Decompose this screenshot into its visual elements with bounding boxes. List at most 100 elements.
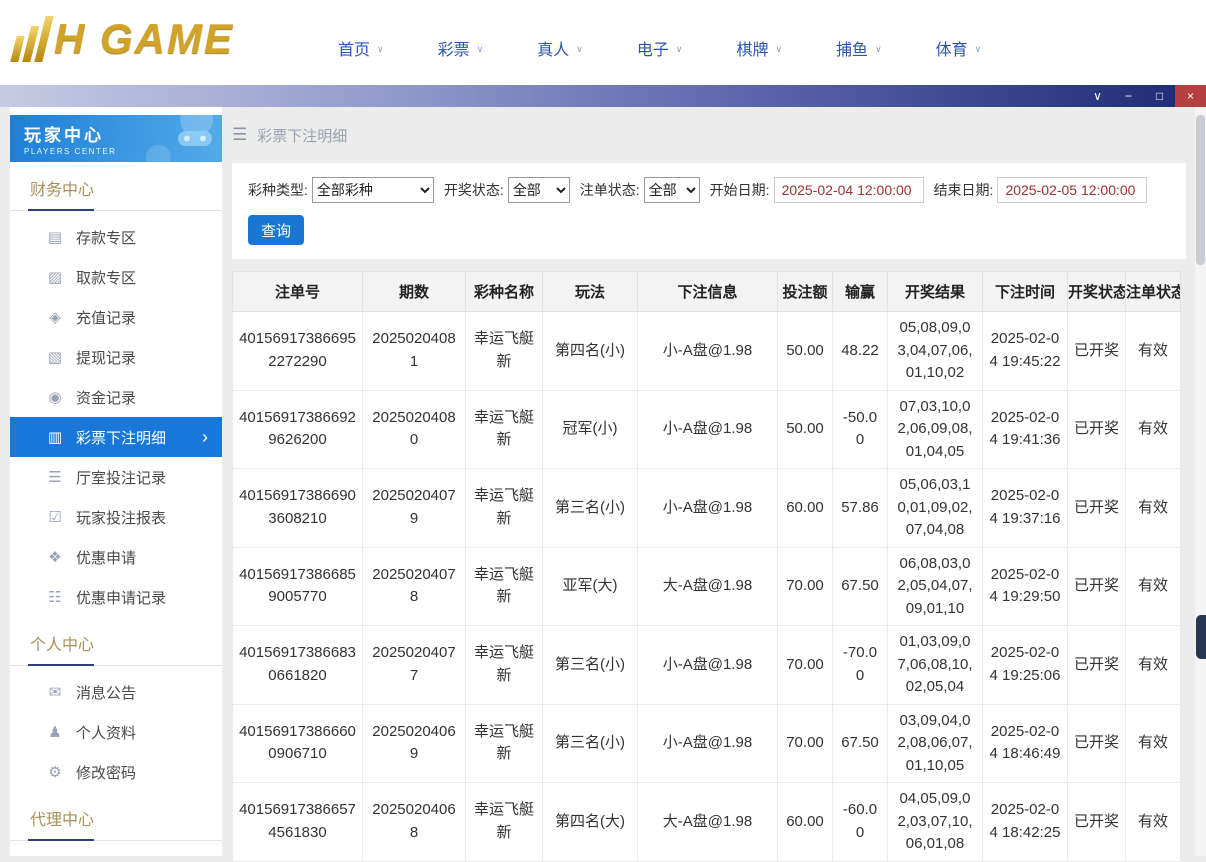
table-cell: 已开奖 (1068, 704, 1126, 783)
sidebar-item-promo-apply[interactable]: ❖优惠申请 (10, 537, 222, 577)
sidebar-item-password[interactable]: ⚙ 修改密码 (10, 752, 222, 792)
table-cell: 第三名(小) (543, 626, 638, 705)
chevron-right-icon: › (202, 428, 208, 446)
chevron-down-icon: ∨ (576, 44, 583, 55)
scrollbar-track[interactable] (1195, 107, 1206, 856)
hamburger-icon[interactable]: ☰ (232, 125, 247, 145)
table-cell: 01,03,09,07,06,08,10,02,05,04 (888, 626, 983, 705)
sidebar-item-recharge-record[interactable]: ◈充值记录 (10, 297, 222, 337)
table-cell: 有效 (1126, 390, 1181, 469)
sidebar-item-deposit[interactable]: ▤存款专区 (10, 217, 222, 257)
sidebar-item-label: 彩票下注明细 (76, 427, 166, 448)
nav-item-lottery[interactable]: 彩票∨ (438, 36, 484, 60)
column-header: 注单号 (233, 272, 363, 312)
sidebar-item-profile[interactable]: ♟个人资料 (10, 712, 222, 752)
search-button[interactable]: 查询 (248, 215, 304, 245)
nav-item-fishing[interactable]: 捕鱼 ∨ (836, 36, 882, 60)
profile-icon: ♟ (46, 723, 64, 741)
sidebar-item-label: 优惠申请记录 (76, 587, 166, 608)
sidebar-section-title: 个人中心 (10, 631, 222, 666)
table-row: 40156917386657456183020250204068幸运飞艇新第四名… (233, 783, 1181, 862)
nav-item-home[interactable]: 首页∨ (338, 36, 384, 60)
breadcrumb: ☰ 彩票下注明细 (232, 107, 1186, 163)
sidebar-item-label: 修改密码 (76, 762, 136, 783)
end-date-input[interactable] (997, 177, 1147, 203)
sidebar-item-agent-rules[interactable]: ❏代理规则说明 (10, 847, 222, 856)
nav-item-label: 捕鱼 (836, 36, 868, 60)
sidebar-item-label: 优惠申请 (76, 547, 136, 568)
table-cell: 有效 (1126, 469, 1181, 548)
table-cell: 幸运飞艇新 (466, 626, 543, 705)
column-header: 下注信息 (638, 272, 778, 312)
promo-record-icon: ☷ (46, 588, 64, 606)
start-date-label: 开始日期: (710, 180, 770, 200)
window-close-button[interactable]: × (1175, 85, 1206, 107)
site-logo[interactable]: H GAME (16, 16, 234, 62)
sidebar-item-player-bet-report[interactable]: ☑玩家投注报表 (10, 497, 222, 537)
table-cell: 有效 (1126, 312, 1181, 391)
sidebar-item-label: 消息公告 (76, 682, 136, 703)
table-cell: 20250204069 (363, 704, 466, 783)
bet-status-select[interactable]: 全部 (644, 177, 700, 203)
table-cell: 67.50 (833, 547, 888, 626)
main-nav: 首页∨彩票∨真人∨电子∨棋牌∨捕鱼∨体育∨ (338, 36, 981, 60)
bet-status-label: 注单状态: (580, 180, 640, 200)
table-cell: 2025-02-04 19:41:36 (983, 390, 1068, 469)
nav-item-label: 体育 (936, 36, 968, 60)
withdrawal-record-icon: ▧ (46, 348, 64, 366)
breadcrumb-label: 彩票下注明细 (257, 125, 347, 146)
scrollbar-thumb[interactable] (1196, 115, 1205, 265)
nav-item-chess[interactable]: 棋牌∨ (736, 36, 782, 60)
table-cell: 20250204080 (363, 390, 466, 469)
chevron-down-icon: ∨ (875, 44, 882, 55)
sidebar-item-promo-record[interactable]: ☷ 优惠申请记录 (10, 577, 222, 617)
draw-status-select[interactable]: 全部 (508, 177, 570, 203)
nav-item-label: 彩票 (438, 36, 470, 60)
nav-item-electronic[interactable]: 电子∨ (637, 36, 683, 60)
table-cell: 第四名(小) (543, 312, 638, 391)
floating-side-tab[interactable] (1196, 615, 1206, 659)
lottery-type-select[interactable]: 全部彩种 (312, 177, 434, 203)
table-cell: 03,09,04,02,08,06,07,01,10,05 (888, 704, 983, 783)
table-cell: 小-A盘@1.98 (638, 469, 778, 548)
sidebar-item-label: 取款专区 (76, 267, 136, 288)
table-cell: 有效 (1126, 547, 1181, 626)
table-cell: 亚军(大) (543, 547, 638, 626)
sidebar-item-lottery-bet-detail[interactable]: ▥彩票下注明细› (10, 417, 222, 457)
sidebar-item-message[interactable]: ✉消息公告 (10, 672, 222, 712)
table-header-row: 注单号期数彩种名称玩法下注信息投注额输赢开奖结果下注时间开奖状态注单状态 (233, 272, 1181, 312)
table-cell: 第三名(小) (543, 704, 638, 783)
sidebar-item-hall-bet-record[interactable]: ☰厅室投注记录 (10, 457, 222, 497)
sidebar-item-withdraw[interactable]: ▨取款专区 (10, 257, 222, 297)
table-cell: 已开奖 (1068, 626, 1126, 705)
table-cell: 2025-02-04 19:45:22 (983, 312, 1068, 391)
table-cell: 小-A盘@1.98 (638, 312, 778, 391)
table-cell: 401569173866574561830 (233, 783, 363, 862)
window-minimize-button[interactable]: − (1113, 85, 1144, 107)
table-row: 40156917386685900577020250204078幸运飞艇新亚军(… (233, 547, 1181, 626)
table-cell: 幸运飞艇新 (466, 390, 543, 469)
column-header: 输赢 (833, 272, 888, 312)
sidebar-item-funds-record[interactable]: ◉资金记录 (10, 377, 222, 417)
nav-item-live[interactable]: 真人∨ (537, 36, 583, 60)
start-date-input[interactable] (774, 177, 924, 203)
table-cell: 第四名(大) (543, 783, 638, 862)
sidebar-item-label: 提现记录 (76, 347, 136, 368)
table-cell: 67.50 (833, 704, 888, 783)
window-menu-chevron-icon[interactable]: ∨ (1082, 85, 1113, 107)
sidebar-item-label: 资金记录 (76, 387, 136, 408)
table-cell: 07,03,10,02,06,09,08,01,04,05 (888, 390, 983, 469)
table-cell: 小-A盘@1.98 (638, 626, 778, 705)
nav-item-sports[interactable]: 体育∨ (936, 36, 982, 60)
sidebar-item-withdrawal-record[interactable]: ▧ 提现记录 (10, 337, 222, 377)
window-maximize-button[interactable]: □ (1144, 85, 1175, 107)
table-row: 40156917386695227229020250204081幸运飞艇新第四名… (233, 312, 1181, 391)
table-cell: 401569173866929626200 (233, 390, 363, 469)
logo-mark (10, 16, 53, 62)
table-row: 40156917386692962620020250204080幸运飞艇新冠军(… (233, 390, 1181, 469)
table-cell: 401569173866859005770 (233, 547, 363, 626)
table-cell: 幸运飞艇新 (466, 312, 543, 391)
table-cell: 2025-02-04 19:29:50 (983, 547, 1068, 626)
table-cell: 有效 (1126, 783, 1181, 862)
password-icon: ⚙ (46, 763, 64, 781)
